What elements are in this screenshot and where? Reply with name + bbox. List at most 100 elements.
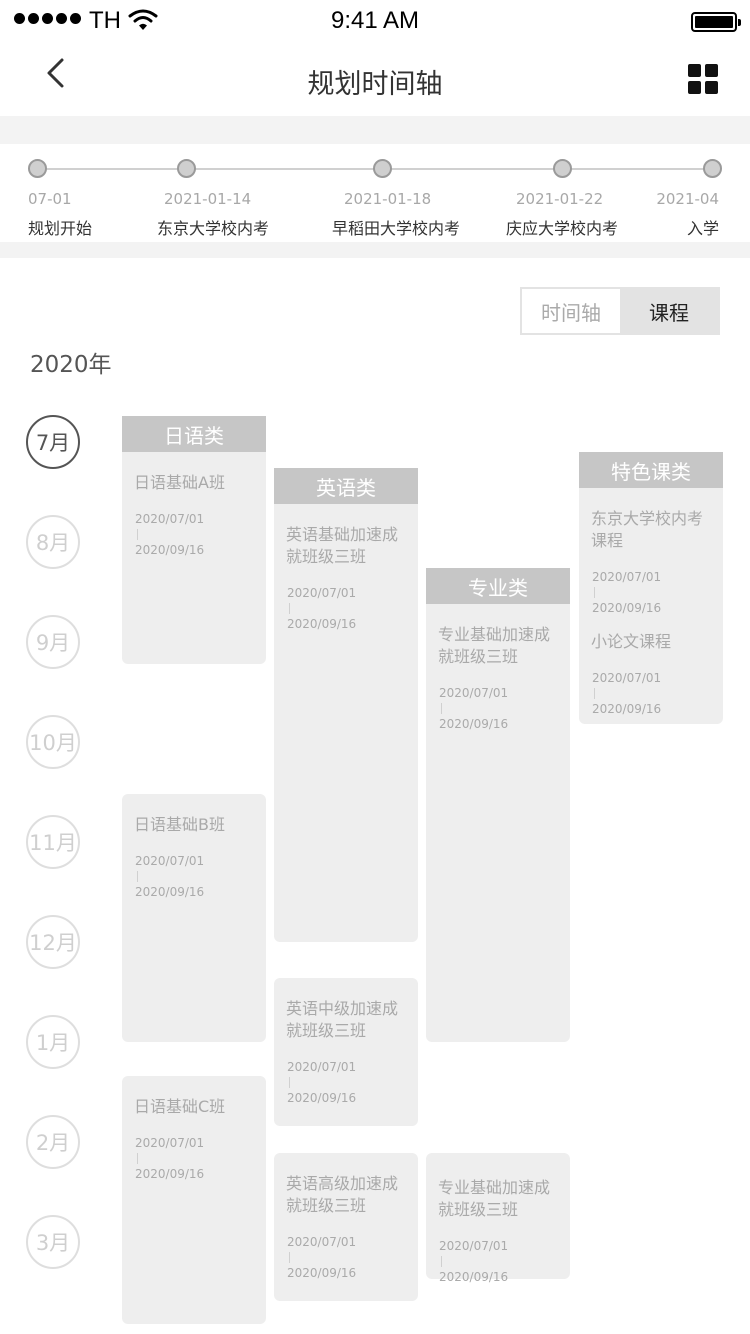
timeline-node[interactable]: [553, 159, 572, 178]
course-item: 英语中级加速成就班级三班 2020/07/01 2020/09/16: [286, 998, 406, 1105]
timeline-date: 2021-01-18: [344, 190, 432, 208]
month-circle[interactable]: 1月: [26, 1015, 80, 1069]
category-header-special: 特色课类: [579, 452, 723, 488]
timeline-date: 2021-04: [656, 190, 719, 208]
month-circle[interactable]: 7月: [26, 415, 80, 469]
month-circle[interactable]: 12月: [26, 915, 80, 969]
course-start-date: 2020/07/01: [287, 1060, 357, 1074]
course-name: 英语高级加速成就班级三班: [286, 1174, 399, 1215]
year-label: 2020年: [30, 352, 112, 378]
course-card[interactable]: 日语基础B班 2020/07/01 2020/09/16: [122, 794, 266, 1042]
date-separator: [594, 587, 595, 598]
timeline-node[interactable]: [28, 159, 47, 178]
date-separator: [137, 1153, 138, 1164]
view-toggle: 时间轴 课程: [520, 287, 720, 335]
date-separator: [594, 688, 595, 699]
timeline-label: 入学: [686, 219, 719, 238]
course-start-date: 2020/07/01: [287, 1235, 357, 1249]
grid-icon-cell: [705, 64, 718, 77]
course-card[interactable]: 英语基础加速成就班级三班 2020/07/01 2020/09/16: [274, 504, 418, 942]
month-circle[interactable]: 11月: [26, 815, 80, 869]
date-separator: [441, 1256, 442, 1267]
nav-bar: 规划时间轴: [0, 44, 750, 116]
course-item: 东京大学校内考课程 2020/07/01 2020/09/16: [591, 508, 711, 615]
course-start-date: 2020/07/01: [439, 686, 509, 700]
course-start-date: 2020/07/01: [287, 586, 357, 600]
month-circle[interactable]: 2月: [26, 1115, 80, 1169]
date-separator: [289, 603, 290, 614]
date-separator: [137, 871, 138, 882]
month-circle[interactable]: 10月: [26, 715, 80, 769]
course-name: 东京大学校内考课程: [591, 509, 704, 550]
timeline-date: 07-01: [28, 190, 72, 208]
course-item: 专业基础加速成就班级三班 2020/07/01 2020/09/16: [438, 1177, 558, 1284]
course-card[interactable]: 日语基础A班 2020/07/01 2020/09/16: [122, 452, 266, 664]
toggle-course[interactable]: 课程: [620, 289, 718, 333]
course-card[interactable]: 日语基础C班 2020/07/01 2020/09/16: [122, 1076, 266, 1324]
date-separator: [137, 529, 138, 540]
category-header-japanese: 日语类: [122, 416, 266, 452]
grid-icon: [688, 64, 701, 77]
course-end-date: 2020/09/16: [287, 617, 357, 631]
course-item: 英语基础加速成就班级三班 2020/07/01 2020/09/16: [286, 524, 406, 631]
timeline-label: 庆应大学校内考: [506, 219, 619, 238]
grid-icon-cell: [705, 81, 718, 94]
course-end-date: 2020/09/16: [592, 702, 662, 716]
course-start-date: 2020/07/01: [135, 1136, 205, 1150]
course-card[interactable]: 专业基础加速成就班级三班 2020/07/01 2020/09/16: [426, 604, 570, 1042]
course-start-date: 2020/07/01: [135, 512, 205, 526]
timeline-date: 2021-01-14: [164, 190, 252, 208]
course-name: 日语基础B班: [134, 815, 225, 834]
timeline-node[interactable]: [703, 159, 722, 178]
divider-band: [0, 116, 750, 144]
timeline-node[interactable]: [177, 159, 196, 178]
course-start-date: 2020/07/01: [135, 854, 205, 868]
course-start-date: 2020/07/01: [592, 671, 662, 685]
grid-menu-button[interactable]: [688, 64, 718, 94]
timeline-node[interactable]: [373, 159, 392, 178]
timeline-label: 早稻田大学校内考: [332, 219, 461, 238]
course-item: 日语基础C班 2020/07/01 2020/09/16: [134, 1096, 254, 1181]
page-title: 规划时间轴: [307, 69, 443, 100]
status-time: 9:41 AM: [330, 7, 420, 34]
course-item: 英语高级加速成就班级三班 2020/07/01 2020/09/16: [286, 1173, 406, 1280]
timeline-label: 东京大学校内考: [157, 219, 270, 238]
grid-icon-cell: [688, 81, 701, 94]
course-end-date: 2020/09/16: [287, 1091, 357, 1105]
status-bar: TH 9:41 AM: [0, 0, 750, 44]
course-name: 英语基础加速成就班级三班: [286, 525, 399, 566]
timeline-label: 规划开始: [28, 219, 93, 238]
course-end-date: 2020/09/16: [592, 601, 662, 615]
category-header-english: 英语类: [274, 468, 418, 504]
course-end-date: 2020/09/16: [135, 543, 205, 557]
month-circle[interactable]: 3月: [26, 1215, 80, 1269]
course-item: 专业基础加速成就班级三班 2020/07/01 2020/09/16: [438, 624, 558, 731]
course-item: 日语基础A班 2020/07/01 2020/09/16: [134, 472, 254, 557]
course-name: 专业基础加速成就班级三班: [438, 625, 551, 666]
course-name: 专业基础加速成就班级三班: [438, 1178, 551, 1219]
date-separator: [289, 1077, 290, 1088]
course-end-date: 2020/09/16: [135, 885, 205, 899]
course-name: 英语中级加速成就班级三班: [286, 999, 399, 1040]
toggle-timeline[interactable]: 时间轴: [522, 289, 620, 333]
course-end-date: 2020/09/16: [439, 717, 509, 731]
date-separator: [289, 1252, 290, 1263]
course-card[interactable]: 英语中级加速成就班级三班 2020/07/01 2020/09/16: [274, 978, 418, 1126]
date-separator: [441, 703, 442, 714]
month-circle[interactable]: 9月: [26, 615, 80, 669]
course-end-date: 2020/09/16: [135, 1167, 205, 1181]
course-end-date: 2020/09/16: [287, 1266, 357, 1280]
timeline-date: 2021-01-22: [516, 190, 604, 208]
course-card[interactable]: 东京大学校内考课程 2020/07/01 2020/09/16 小论文课程 20…: [579, 488, 723, 724]
course-name: 日语基础A班: [134, 473, 225, 492]
month-circle[interactable]: 8月: [26, 515, 80, 569]
course-name: 日语基础C班: [134, 1097, 226, 1116]
course-card[interactable]: 英语高级加速成就班级三班 2020/07/01 2020/09/16: [274, 1153, 418, 1301]
divider-band: [0, 242, 750, 258]
category-header-major: 专业类: [426, 568, 570, 604]
course-card[interactable]: 专业基础加速成就班级三班 2020/07/01 2020/09/16: [426, 1153, 570, 1284]
course-item: 小论文课程 2020/07/01 2020/09/16: [591, 631, 711, 716]
course-end-date: 2020/09/16: [439, 1270, 509, 1284]
battery-icon: [691, 12, 741, 32]
plan-timeline: 07-01 规划开始 2021-01-14 东京大学校内考 2021-01-18…: [0, 144, 750, 242]
